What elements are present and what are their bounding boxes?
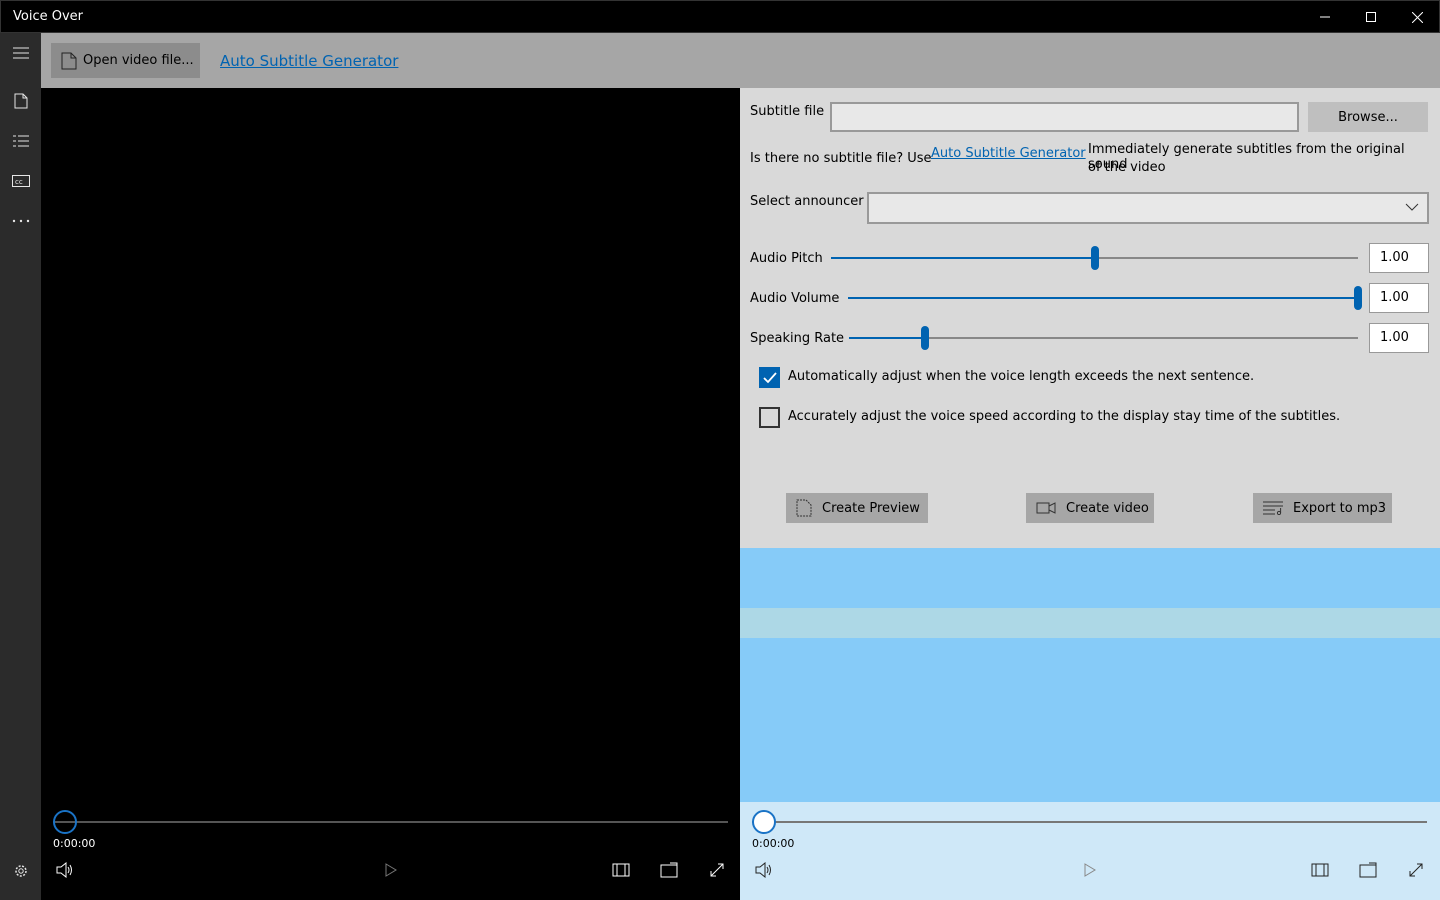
audio-volume-fill [848, 297, 1358, 299]
fullscreen-icon [710, 863, 724, 877]
create-preview-button[interactable]: Create Preview [786, 493, 928, 523]
auto-adjust-checkbox[interactable] [759, 367, 780, 388]
minimize-icon [1320, 16, 1330, 18]
browse-button[interactable]: Browse... [1308, 102, 1428, 132]
settings-button[interactable] [0, 851, 41, 891]
fullscreen-icon [1409, 863, 1423, 877]
create-preview-label: Create Preview [822, 500, 920, 516]
play-icon [1084, 863, 1096, 877]
closed-caption-icon: cc [11, 175, 30, 187]
audio-pitch-value[interactable]: 1.00 [1369, 243, 1429, 273]
minimize-button[interactable] [1302, 1, 1348, 33]
time-right: 0:00:00 [752, 837, 795, 850]
gear-icon [14, 865, 27, 877]
auto-subtitle-description-line2: of the video [1088, 160, 1166, 175]
toolbar: Open video file... Auto Subtitle Generat… [41, 33, 1440, 88]
title-bar: Voice Over [0, 0, 1440, 33]
create-video-button[interactable]: Create video [1026, 493, 1154, 523]
audio-pitch-fill [831, 257, 1095, 259]
play-button-left[interactable] [376, 855, 406, 885]
audio-volume-value[interactable]: 1.00 [1369, 283, 1429, 313]
audio-pitch-label: Audio Pitch [750, 251, 823, 266]
list-icon [12, 135, 29, 147]
maximize-button[interactable] [1348, 1, 1394, 33]
open-video-button[interactable]: Open video file... [51, 43, 200, 78]
audio-pitch-thumb[interactable] [1090, 246, 1099, 270]
create-video-label: Create video [1066, 500, 1149, 516]
speaking-rate-label: Speaking Rate [750, 331, 845, 346]
subtitle-preview-area [740, 548, 1440, 802]
hamburger-menu-button[interactable] [0, 33, 41, 73]
nav-item-subtitles[interactable]: cc [0, 161, 41, 201]
checkmark-icon [762, 371, 777, 383]
cast-button-right[interactable] [1353, 855, 1383, 885]
aspect-ratio-button-left[interactable] [606, 855, 636, 885]
export-mp3-label: Export to mp3 [1293, 500, 1387, 516]
volume-button-left[interactable] [50, 855, 80, 885]
announcer-label: Select announcer [750, 194, 864, 209]
more-icon [12, 219, 29, 223]
audio-volume-thumb[interactable] [1354, 286, 1362, 310]
seek-thumb-left[interactable] [53, 810, 77, 834]
maximize-icon [1366, 12, 1376, 22]
chevron-down-icon [1405, 203, 1419, 211]
subtitle-file-input[interactable] [830, 102, 1299, 132]
new-document-icon [796, 499, 812, 517]
close-button[interactable] [1394, 1, 1440, 33]
export-mp3-button[interactable]: Export to mp3 [1253, 493, 1392, 523]
fullscreen-button-left[interactable] [702, 855, 732, 885]
time-left: 0:00:00 [53, 837, 96, 850]
aspect-ratio-icon [612, 863, 630, 877]
auto-subtitle-generator-link-panel[interactable]: Auto Subtitle Generator [931, 146, 1086, 161]
open-video-label: Open video file... [83, 53, 194, 68]
subtitle-file-label: Subtitle file [750, 104, 825, 119]
seek-bar-left[interactable] [53, 821, 728, 823]
hamburger-icon [12, 47, 29, 59]
video-camera-icon [1036, 502, 1056, 514]
speaker-icon [755, 862, 771, 878]
speaking-rate-value[interactable]: 1.00 [1369, 323, 1429, 353]
fullscreen-button-right[interactable] [1401, 855, 1431, 885]
accurate-adjust-checkbox[interactable] [759, 407, 780, 428]
audio-volume-label: Audio Volume [750, 291, 840, 306]
play-icon [385, 863, 397, 877]
cast-icon [1359, 862, 1377, 878]
nav-item-list[interactable] [0, 121, 41, 161]
subtitle-preview-band [740, 608, 1440, 638]
speaker-icon [56, 862, 72, 878]
seek-bar-right[interactable] [752, 821, 1427, 823]
auto-subtitle-generator-link[interactable]: Auto Subtitle Generator [220, 52, 398, 70]
seek-thumb-right[interactable] [752, 810, 776, 834]
close-icon [1411, 11, 1423, 23]
nav-item-document[interactable] [0, 81, 41, 121]
nav-item-more[interactable] [0, 201, 41, 241]
document-icon [14, 93, 27, 109]
cast-button-left[interactable] [654, 855, 684, 885]
auto-adjust-label: Automatically adjust when the voice leng… [788, 369, 1255, 384]
no-subtitle-prompt: Is there no subtitle file? Use [750, 151, 932, 166]
settings-panel: Subtitle file Browse... Is there no subt… [740, 88, 1440, 548]
aspect-ratio-icon [1311, 863, 1329, 877]
open-file-icon [61, 52, 77, 69]
aspect-ratio-button-right[interactable] [1305, 855, 1335, 885]
music-list-icon [1263, 501, 1283, 515]
volume-button-right[interactable] [749, 855, 779, 885]
nav-rail: cc [0, 33, 41, 900]
speaking-rate-fill [849, 337, 926, 339]
video-player-right: 0:00:00 [740, 802, 1440, 900]
speaking-rate-thumb[interactable] [921, 326, 930, 350]
play-button-right[interactable] [1075, 855, 1105, 885]
window-title: Voice Over [13, 9, 83, 24]
cast-icon [660, 862, 678, 878]
accurate-adjust-label: Accurately adjust the voice speed accord… [788, 409, 1341, 424]
announcer-select[interactable] [867, 192, 1429, 224]
video-player-left: 0:00:00 [41, 88, 740, 900]
svg-text:cc: cc [15, 178, 23, 186]
